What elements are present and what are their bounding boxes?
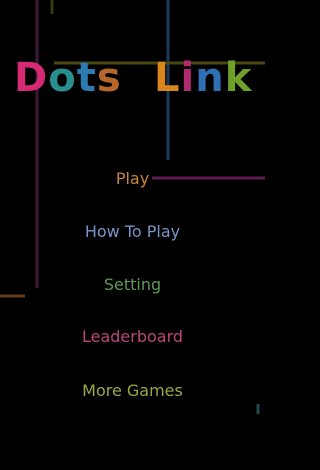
how-to-play-button[interactable]: How To Play <box>0 218 265 246</box>
play-button[interactable]: Play <box>0 165 265 193</box>
game-main-menu: Dots Link Play How To Play Setting Leade… <box>0 0 265 470</box>
title-letter: n <box>195 55 225 101</box>
title-letter: s <box>96 55 122 101</box>
title-letter: k <box>224 55 253 101</box>
title-word-link: Link <box>154 55 252 101</box>
title-letter: t <box>76 55 97 101</box>
game-title: Dots Link <box>0 55 265 115</box>
title-letter: o <box>48 55 77 101</box>
title-letter: L <box>154 55 181 101</box>
setting-button[interactable]: Setting <box>0 271 265 299</box>
title-letter: D <box>14 55 49 101</box>
leaderboard-button[interactable]: Leaderboard <box>0 323 265 351</box>
title-word-dots: Dots <box>14 55 122 101</box>
title-letter: i <box>180 55 196 101</box>
more-games-button[interactable]: More Games <box>0 377 265 405</box>
